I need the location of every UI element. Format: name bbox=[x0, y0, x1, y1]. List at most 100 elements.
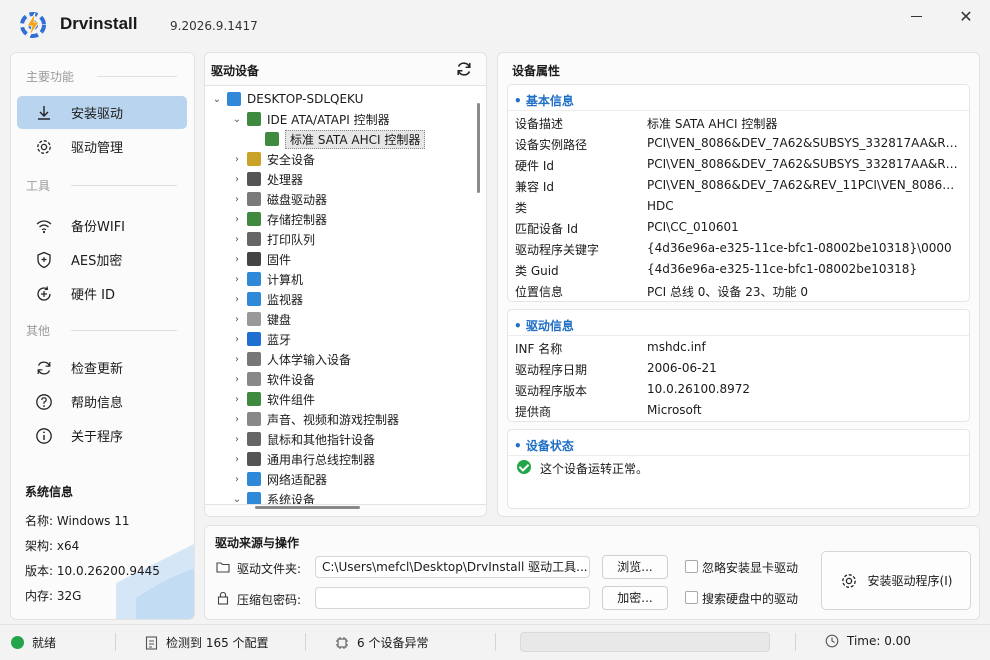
chevron-down-icon[interactable]: ⌄ bbox=[211, 94, 223, 105]
sidebar-item-hardware-id[interactable]: 硬件 ID bbox=[17, 277, 187, 310]
property-value[interactable]: PCI\CC_010601 bbox=[647, 220, 963, 234]
sidebar-item-label: 备份WIFI bbox=[71, 220, 125, 235]
tree-item[interactable]: › 软件设备 bbox=[231, 369, 315, 389]
device-category-icon bbox=[247, 112, 261, 126]
sidebar-item-install[interactable]: 安装驱动 bbox=[17, 96, 187, 129]
minimize-button[interactable] bbox=[906, 8, 928, 26]
chevron-right-icon[interactable]: › bbox=[231, 334, 243, 345]
browse-button[interactable]: 浏览... bbox=[602, 555, 668, 579]
tree-item[interactable]: › 磁盘驱动器 bbox=[231, 189, 327, 209]
tree-item[interactable]: ⌄ 系统设备 bbox=[231, 489, 315, 505]
tree-item[interactable]: › 键盘 bbox=[231, 309, 291, 329]
tree-item[interactable]: ⌄ IDE ATA/ATAPI 控制器 bbox=[231, 109, 390, 129]
property-value[interactable]: mshdc.inf bbox=[647, 340, 963, 354]
chevron-right-icon[interactable]: › bbox=[231, 174, 243, 185]
tree-item[interactable]: › 处理器 bbox=[231, 169, 303, 189]
chevron-right-icon[interactable]: › bbox=[231, 354, 243, 365]
tree-item[interactable]: 标准 SATA AHCI 控制器 bbox=[249, 129, 426, 149]
tree-item[interactable]: › 声音、视频和游戏控制器 bbox=[231, 409, 399, 429]
sidebar-section-other: 其他 bbox=[26, 324, 51, 338]
device-tree[interactable]: ⌄ DESKTOP-SDLQEKU ⌄ IDE ATA/ATAPI 控制器 标准 S… bbox=[205, 85, 486, 505]
property-key: 驱动程序版本 bbox=[515, 384, 588, 398]
property-value[interactable]: 10.0.26100.8972 bbox=[647, 382, 963, 396]
device-category-icon bbox=[247, 232, 261, 246]
tree-item[interactable]: › 固件 bbox=[231, 249, 291, 269]
property-key: 提供商 bbox=[515, 405, 552, 419]
tree-item[interactable]: › 网络适配器 bbox=[231, 469, 327, 489]
chevron-down-icon[interactable]: ⌄ bbox=[231, 494, 243, 505]
chevron-right-icon[interactable]: › bbox=[231, 274, 243, 285]
chevron-right-icon[interactable]: › bbox=[231, 434, 243, 445]
device-category-icon bbox=[247, 472, 261, 486]
tree-item[interactable]: › 蓝牙 bbox=[231, 329, 291, 349]
chevron-right-icon[interactable]: › bbox=[231, 454, 243, 465]
refresh-icon bbox=[35, 359, 53, 377]
driver-info-group: • 驱动信息 INF 名称 mshdc.inf 驱动程序日期 2006-06-21 驱动… bbox=[507, 309, 970, 422]
sidebar-item-backup-wifi[interactable]: 备份WIFI bbox=[17, 209, 187, 242]
sidebar-item-aes[interactable]: AES加密 bbox=[17, 243, 187, 276]
property-value[interactable]: PCI\VEN_8086&DEV_7A62&REV_11PCI\VEN_8086… bbox=[647, 178, 963, 192]
chevron-right-icon[interactable]: › bbox=[231, 234, 243, 245]
tree-item[interactable]: › 监视器 bbox=[231, 289, 303, 309]
property-value[interactable]: 标准 SATA AHCI 控制器 bbox=[647, 115, 963, 132]
device-category-icon bbox=[247, 372, 261, 386]
folder-path-input[interactable]: C:\Users\mefcl\Desktop\DrvInstall 驱动工具..… bbox=[315, 556, 590, 578]
chevron-right-icon[interactable]: › bbox=[231, 214, 243, 225]
chevron-down-icon[interactable]: ⌄ bbox=[231, 114, 243, 125]
horizontal-scrollbar[interactable] bbox=[255, 506, 360, 509]
sidebar-item-help[interactable]: 帮助信息 bbox=[17, 385, 187, 418]
tree-item[interactable]: › 鼠标和其他指针设备 bbox=[231, 429, 375, 449]
ignore-gpu-checkbox[interactable] bbox=[685, 560, 698, 573]
tree-item[interactable]: › 存储控制器 bbox=[231, 209, 327, 229]
tree-item-label: 固件 bbox=[267, 252, 292, 267]
chevron-right-icon[interactable]: › bbox=[231, 474, 243, 485]
chevron-right-icon[interactable]: › bbox=[231, 194, 243, 205]
property-value[interactable]: PCI\VEN_8086&DEV_7A62&SUBSYS_332817AA&RE… bbox=[647, 157, 963, 171]
device-tree-panel: 驱动设备 ⌄ DESKTOP-SDLQEKU ⌄ IDE ATA/ATAPI 控制… bbox=[204, 52, 487, 517]
search-disk-checkbox[interactable] bbox=[685, 591, 698, 604]
password-input[interactable] bbox=[315, 587, 590, 609]
close-button[interactable]: ✕ bbox=[955, 6, 977, 28]
tree-item[interactable]: › 软件组件 bbox=[231, 389, 315, 409]
wifi-icon bbox=[35, 217, 53, 235]
chevron-right-icon[interactable]: › bbox=[231, 374, 243, 385]
tree-root[interactable]: ⌄ DESKTOP-SDLQEKU bbox=[211, 89, 363, 109]
password-label: 压缩包密码: bbox=[237, 593, 302, 607]
driver-info-title: • 驱动信息 bbox=[514, 319, 574, 333]
property-value[interactable]: Microsoft bbox=[647, 403, 963, 417]
driver-source-panel: 驱动来源与操作 驱动文件夹: C:\Users\mefcl\Desktop\Dr… bbox=[204, 525, 980, 620]
refresh-icon[interactable] bbox=[455, 60, 473, 78]
sidebar-item-about[interactable]: 关于程序 bbox=[17, 419, 187, 452]
property-value[interactable]: {4d36e96a-e325-11ce-bfc1-08002be10318} bbox=[647, 262, 963, 276]
tree-item[interactable]: › 计算机 bbox=[231, 269, 303, 289]
property-value[interactable]: {4d36e96a-e325-11ce-bfc1-08002be10318}\0… bbox=[647, 241, 963, 255]
status-ready: 就绪 bbox=[11, 634, 56, 651]
gear-icon bbox=[35, 138, 53, 156]
chevron-right-icon[interactable]: › bbox=[231, 314, 243, 325]
basic-info-title: • 基本信息 bbox=[514, 94, 574, 108]
encrypt-button[interactable]: 加密... bbox=[602, 586, 668, 610]
tree-item[interactable]: › 安全设备 bbox=[231, 149, 315, 169]
tree-item-label: 网络适配器 bbox=[267, 472, 328, 487]
tree-item[interactable]: › 通用串行总线控制器 bbox=[231, 449, 375, 469]
tree-item-label: 通用串行总线控制器 bbox=[267, 452, 376, 467]
sidebar-item-check-update[interactable]: 检查更新 bbox=[17, 351, 187, 384]
sidebar-item-driver-manage[interactable]: 驱动管理 bbox=[17, 130, 187, 163]
chevron-right-icon[interactable]: › bbox=[231, 394, 243, 405]
chevron-right-icon[interactable]: › bbox=[231, 414, 243, 425]
tree-item[interactable]: › 打印队列 bbox=[231, 229, 315, 249]
chevron-right-icon[interactable]: › bbox=[231, 254, 243, 265]
chevron-right-icon[interactable]: › bbox=[231, 294, 243, 305]
tree-item-label: 软件设备 bbox=[267, 372, 316, 387]
property-value[interactable]: PCI 总线 0、设备 23、功能 0 bbox=[647, 283, 963, 300]
property-value[interactable]: 2006-06-21 bbox=[647, 361, 963, 375]
property-value[interactable]: HDC bbox=[647, 199, 963, 213]
property-value[interactable]: PCI\VEN_8086&DEV_7A62&SUBSYS_332817AA&RE… bbox=[647, 136, 963, 150]
install-driver-button[interactable]: 安装驱动程序(I) bbox=[821, 551, 971, 610]
chevron-right-icon[interactable]: › bbox=[231, 154, 243, 165]
tree-item[interactable]: › 人体学输入设备 bbox=[231, 349, 351, 369]
tree-item-label: 监视器 bbox=[267, 292, 304, 307]
sidebar-item-label: 关于程序 bbox=[71, 430, 124, 445]
vertical-scrollbar[interactable] bbox=[477, 103, 480, 193]
property-key: 驱动程序关键字 bbox=[515, 243, 600, 257]
